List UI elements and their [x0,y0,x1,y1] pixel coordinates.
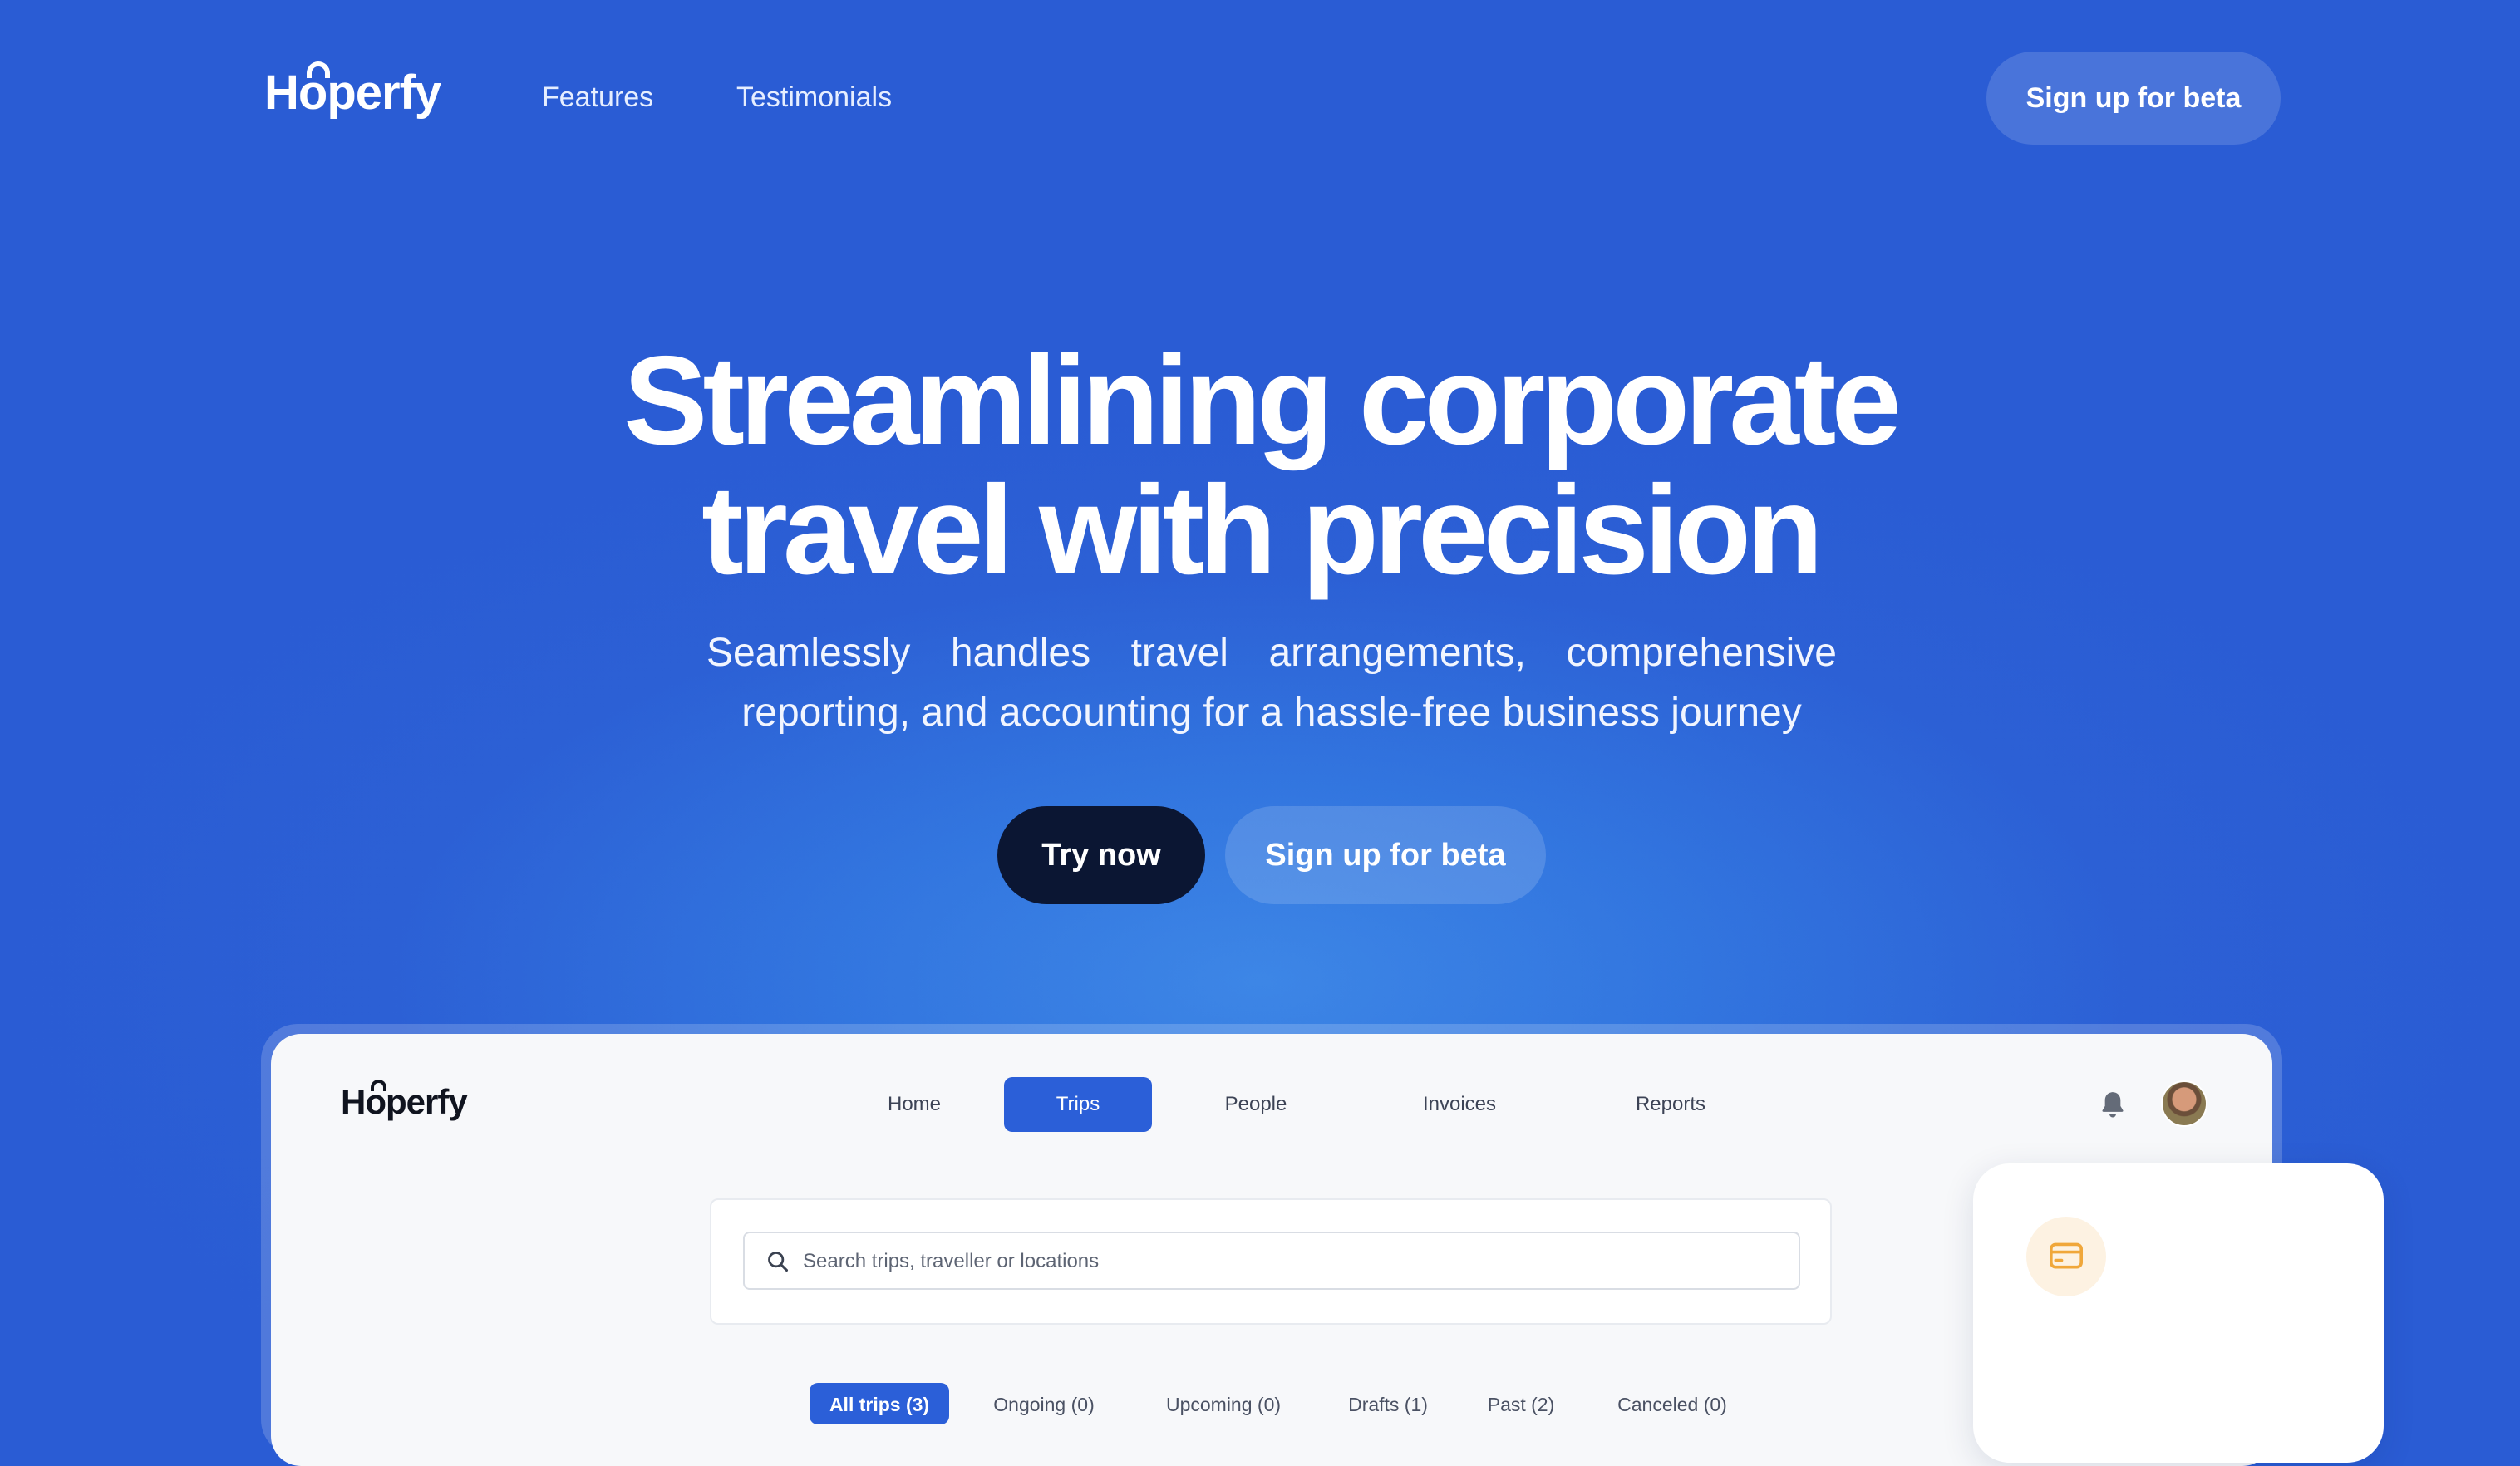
hero-subtitle: Seamlessly handles travel arrangements, … [706,631,1837,735]
hero-title-line-1: Streamlining corporate [623,330,1902,471]
nav-link-features[interactable]: Features [542,81,653,114]
tab-people[interactable]: People [1185,1077,1326,1132]
filter-upcoming[interactable]: Upcoming (0) [1149,1383,1298,1424]
card-icon-badge [2026,1217,2106,1296]
tab-trips[interactable]: Trips [1004,1077,1152,1132]
avatar[interactable] [2161,1080,2207,1127]
logo-text-suffix: perfy [327,66,441,120]
app-preview: Hoperfy Home Trips People Invoices Repor… [271,1034,2272,1466]
nav-link-testimonials[interactable]: Testimonials [736,81,892,114]
logo-text-h: H [264,66,299,120]
filter-drafts[interactable]: Drafts (1) [1330,1383,1446,1424]
try-now-button[interactable]: Try now [997,806,1205,904]
tab-invoices[interactable]: Invoices [1385,1077,1534,1132]
tab-reports[interactable]: Reports [1596,1077,1745,1132]
search-box[interactable] [743,1232,1800,1290]
search-card [710,1198,1832,1325]
floating-card [1973,1163,2384,1463]
search-icon [768,1252,789,1272]
hero-title-line-2: travel with precision [701,460,1824,601]
search-input[interactable] [801,1233,1785,1290]
filter-past[interactable]: Past (2) [1473,1383,1569,1424]
app-logo[interactable]: Hoperfy [341,1080,468,1122]
sign-up-beta-button-hero[interactable]: Sign up for beta [1225,806,1546,904]
tab-home[interactable]: Home [848,1077,981,1132]
filter-ongoing[interactable]: Ongoing (0) [977,1383,1110,1424]
filter-canceled[interactable]: Canceled (0) [1599,1383,1745,1424]
hoperfy-logo[interactable]: Hoperfy [264,61,441,121]
credit-card-icon [2050,1242,2083,1269]
bell-icon[interactable] [2096,1089,2129,1122]
app-logo-o: o [365,1080,386,1121]
logo-text-o: o [298,61,331,120]
top-navigation: Hoperfy Features Testimonials Sign up fo… [0,0,2520,196]
filter-all-trips[interactable]: All trips (3) [810,1383,949,1424]
app-logo-h: H [341,1082,366,1121]
app-logo-suffix: perfy [386,1082,468,1121]
hero-title: Streamlining corporate travel with preci… [0,336,2520,595]
sign-up-beta-button-nav[interactable]: Sign up for beta [1986,52,2281,145]
